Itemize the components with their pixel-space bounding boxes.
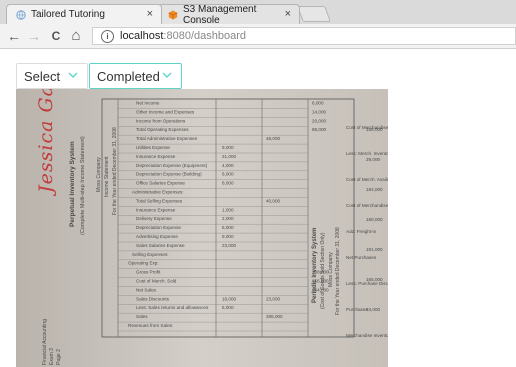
statement-line: Less: Sales returns and allowances (136, 305, 209, 310)
aws-cube-icon (168, 10, 178, 20)
address-bar[interactable]: i localhost :8080/dashboard (92, 27, 516, 45)
doc-subtitle: (Complete Multi-step Income Statement) (80, 136, 86, 235)
periodic-subtitle: (Cost of Goods Sold Section Only) (320, 232, 326, 309)
statement-line: Office Salaries Expense (136, 181, 185, 186)
doc-statement: Income Statement (104, 156, 110, 197)
statement-value: 18,000 (222, 296, 236, 301)
statement-value: 20,000 (312, 118, 326, 123)
reload-button[interactable]: C (48, 28, 64, 44)
tab-title: S3 Management Console (183, 3, 257, 26)
periodic-line: Cost of Merchandise Purchased (346, 203, 388, 208)
page-content: Select Completed Perpetual Inventory Sys… (0, 49, 516, 367)
doc-period: For the Year ended December 31, 2008 (112, 127, 118, 215)
statement-value: 285,000 (266, 314, 283, 319)
doc-footer-course: Financial Accounting (42, 319, 48, 365)
periodic-line: Cost of Merch. Available for Sale (346, 177, 388, 182)
forward-button[interactable]: → (26, 28, 42, 44)
statement-line: Total Operating Expenses (136, 127, 189, 132)
statement-line: Sales (136, 314, 148, 319)
statement-line: Administrative Expenses: (132, 190, 184, 195)
close-icon[interactable]: × (285, 8, 291, 20)
statement-line: Depreciation Expense (Building) (136, 172, 202, 177)
periodic-line: Less: Merch. Inventory, December 31, 200… (346, 151, 388, 156)
periodic-line: Net Purchases (346, 255, 377, 260)
statement-line: Total Administrative Expenses (136, 136, 198, 141)
statement-value: 88,000 (312, 127, 326, 132)
statement-value: 5,000 (222, 305, 234, 310)
statement-value: 4,000 (222, 163, 234, 168)
statement-line: Depreciation Expense (136, 225, 181, 230)
doc-title: Perpetual Inventory System (69, 141, 76, 227)
statement-line: Operating Exp: (128, 261, 159, 266)
periodic-value: 156,000 (366, 127, 383, 132)
statement-line: Sales Salaries Expense (136, 243, 185, 248)
periodic-period: For the Year ended December 31, 2008 (335, 227, 341, 315)
statement-value: 9,000 (222, 145, 234, 150)
statement-value: 9,000 (222, 234, 234, 239)
statement-value: 48,000 (266, 136, 280, 141)
statement-line: Gross Profit (136, 270, 161, 275)
statement-line: Net Sales (136, 287, 157, 292)
doc-footer-exam: Exam 3 (49, 348, 55, 365)
status-dropdown[interactable]: Completed (89, 63, 182, 89)
url-host: localhost (120, 30, 164, 42)
tab-s3-management-console[interactable]: S3 Management Console × (158, 3, 300, 26)
tab-title: Tailored Tutoring (31, 9, 105, 20)
statement-line: Advertising Expense (136, 234, 178, 239)
statement-line: Income from Operations (136, 118, 186, 123)
browser-toolbar: ← → C ⌂ i localhost :8080/dashboard (0, 24, 516, 49)
url-path: :8080/dashboard (163, 30, 246, 42)
statement-value: 6,000 (312, 101, 324, 106)
periodic-line: Add: Freight-in (346, 229, 377, 234)
statement-line: Delivery Expense (136, 216, 172, 221)
doc-company: Moss Company (96, 157, 102, 192)
statement-value: 40,000 (266, 198, 280, 203)
periodic-value: 165,000 (366, 277, 383, 282)
home-button[interactable]: ⌂ (68, 28, 84, 44)
periodic-title: Periodic Inventory System (312, 228, 318, 303)
periodic-company: Moss Company (328, 252, 334, 287)
periodic-value: 24,000 (366, 307, 380, 312)
select-dropdown[interactable]: Select (16, 63, 88, 89)
statement-line: Insurance Expense (136, 154, 176, 159)
tab-strip: Tailored Tutoring × S3 Management Consol… (0, 0, 516, 26)
statement-line: Total Selling Expenses (136, 198, 183, 203)
statement-value: 2,000 (222, 216, 234, 221)
statement-line: Depreciation Expense (Equipment) (136, 163, 208, 168)
statement-value: 6,000 (222, 172, 234, 177)
new-tab-button[interactable] (297, 6, 331, 22)
doc-footer-page: Page 2 (56, 349, 62, 365)
statement-value: 23,000 (266, 296, 280, 301)
document-image: Perpetual Inventory System (Complete Mul… (16, 89, 388, 367)
periodic-value: 184,000 (366, 187, 383, 192)
select-value: Select (24, 68, 61, 84)
statement-value: 14,000 (312, 109, 326, 114)
info-icon[interactable]: i (101, 29, 114, 43)
statement-line: Cost of Merch. Sold (136, 279, 177, 284)
statement-line: Utilities Expense (136, 145, 170, 150)
statement-line: Net Income (136, 101, 160, 106)
statement-value: 21,000 (222, 154, 236, 159)
statement-value: 23,000 (222, 243, 236, 248)
periodic-line: Merchandise Inventory, Jan. 1, 2008 (346, 333, 388, 338)
handwritten-name: Jessica Garcia (35, 89, 57, 197)
statement-line: Selling Expenses: (132, 252, 169, 257)
globe-icon (16, 10, 26, 20)
tab-tailored-tutoring[interactable]: Tailored Tutoring × (6, 4, 162, 24)
statement-line: Other Income and Expenses (136, 109, 195, 114)
status-value: Completed (97, 68, 160, 84)
back-button[interactable]: ← (6, 28, 22, 44)
close-icon[interactable]: × (147, 8, 153, 20)
chevron-down-icon (162, 72, 172, 78)
statement-line: Revenues from Sales: (128, 323, 173, 328)
chevron-down-icon (68, 72, 78, 78)
periodic-value: 29,000 (366, 157, 380, 162)
statement-value: 8,000 (222, 181, 234, 186)
periodic-value: 191,000 (366, 247, 383, 252)
statement-line: Sales Discounts (136, 296, 170, 301)
statement-value: 1,000 (222, 207, 234, 212)
statement-value: 5,000 (222, 225, 234, 230)
periodic-value: 180,000 (366, 217, 383, 222)
statement-line: Insurance Expense (136, 207, 176, 212)
